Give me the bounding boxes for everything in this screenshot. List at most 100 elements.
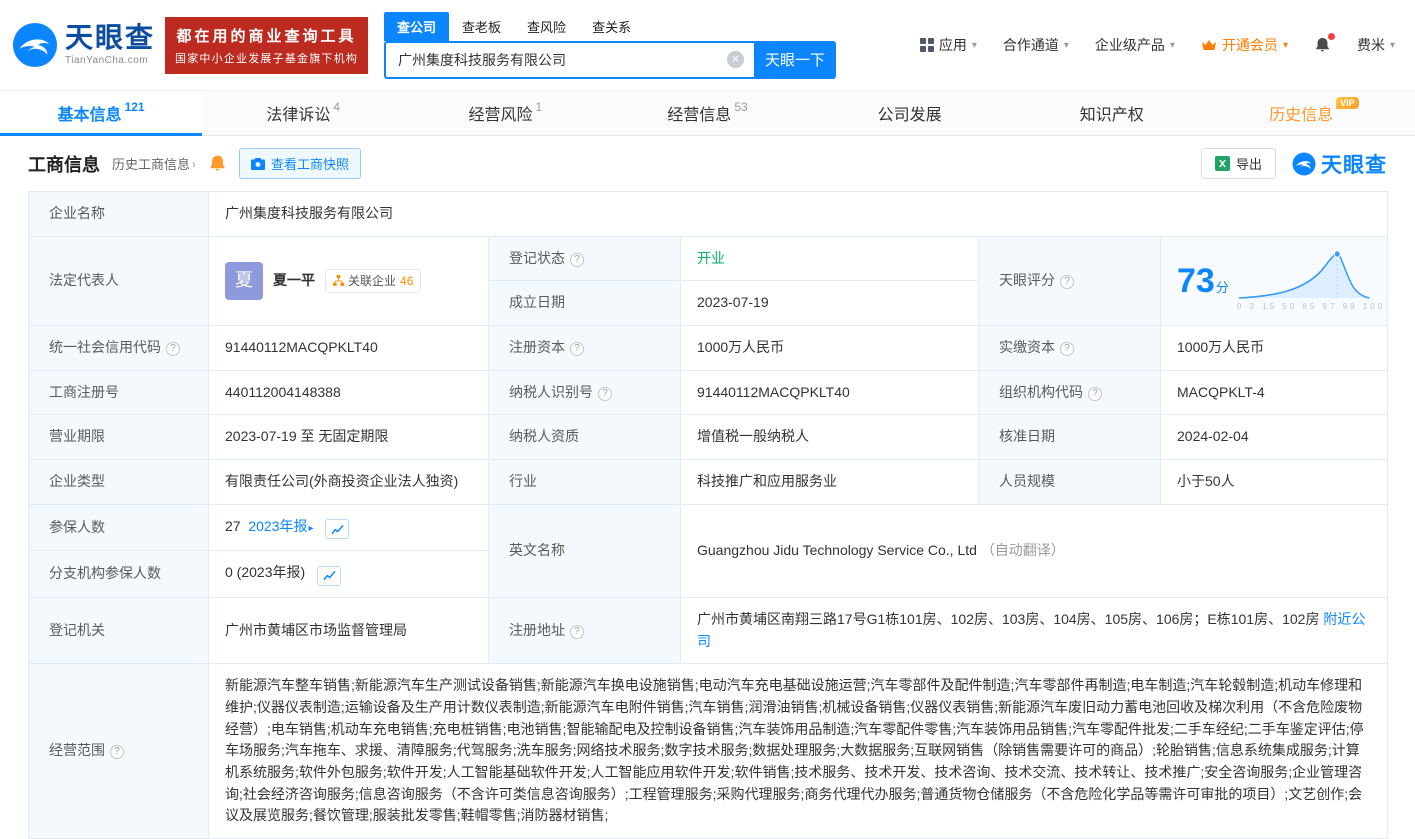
search-tab-relation[interactable]: 查关系 xyxy=(579,12,644,41)
section-title: 工商信息 xyxy=(28,151,100,177)
related-companies-tag[interactable]: 关联企业 46 xyxy=(325,269,421,294)
table-row: 企业名称 广州集度科技服务有限公司 xyxy=(29,192,1388,237)
promo-line1: 都在用的商业查询工具 xyxy=(175,25,358,46)
help-icon[interactable]: ? xyxy=(570,625,584,639)
help-icon[interactable]: ? xyxy=(1088,387,1102,401)
business-scope-value: 新能源汽车整车销售;新能源汽车生产测试设备销售;新能源汽车换电设施销售;电动汽车… xyxy=(209,664,1388,839)
reg-number-value: 440112004148388 xyxy=(209,370,489,415)
logo-brand-text: 天眼查 xyxy=(65,24,155,52)
search-button[interactable]: 天眼一下 xyxy=(754,41,836,79)
search-input[interactable] xyxy=(386,52,727,68)
tab-legal-proceedings[interactable]: 法律诉讼 4 xyxy=(202,91,404,135)
reg-address-label: 注册地址? xyxy=(489,597,681,663)
trend-chart-icon[interactable] xyxy=(325,519,349,539)
corner-brand-text: 天眼查 xyxy=(1321,149,1387,179)
excel-icon xyxy=(1215,156,1230,171)
help-icon[interactable]: ? xyxy=(570,253,584,267)
tab-label: 公司发展 xyxy=(878,101,942,125)
camera-icon xyxy=(251,158,265,170)
reg-status-label: 登记状态? xyxy=(489,236,681,281)
tab-count: 1 xyxy=(536,100,543,114)
company-type-value: 有限责任公司(外商投资企业法人独资) xyxy=(209,460,489,505)
tianyancha-logo-icon xyxy=(1292,152,1316,176)
export-button[interactable]: 导出 xyxy=(1201,148,1276,179)
company-name-label: 企业名称 xyxy=(29,192,209,237)
reg-status-value: 开业 xyxy=(681,236,979,281)
tab-history-info[interactable]: 历史信息 VIP xyxy=(1213,91,1415,135)
paid-capital-label: 实缴资本? xyxy=(979,326,1161,371)
reg-capital-value: 1000万人民币 xyxy=(681,326,979,371)
taxpayer-quality-value: 增值税一般纳税人 xyxy=(681,415,979,460)
legal-rep-link[interactable]: 夏一平 xyxy=(273,270,315,292)
approval-date-label: 核准日期 xyxy=(979,415,1161,460)
help-icon[interactable]: ? xyxy=(166,342,180,356)
menu-cooperation-label: 合作通道 xyxy=(1003,35,1059,55)
tab-intellectual-property[interactable]: 知识产权 xyxy=(1011,91,1213,135)
legal-rep-avatar[interactable]: 夏 xyxy=(225,262,263,300)
menu-vip[interactable]: 开通会员 ▾ xyxy=(1201,35,1288,55)
corner-brand-logo: 天眼查 xyxy=(1292,149,1387,179)
search-tab-risk[interactable]: 查风险 xyxy=(514,12,579,41)
tianyancha-logo[interactable]: 天眼查 TianYanCha.com xyxy=(12,22,155,68)
table-row: 工商注册号 440112004148388 纳税人识别号? 91440112MA… xyxy=(29,370,1388,415)
staff-size-label: 人员规模 xyxy=(979,460,1161,505)
tab-business-info[interactable]: 经营信息 53 xyxy=(606,91,808,135)
menu-enterprise-label: 企业级产品 xyxy=(1095,35,1165,55)
search-box: × xyxy=(384,41,754,79)
help-icon[interactable]: ? xyxy=(1060,342,1074,356)
score-chart-ticks: 0 3 15 50 85 97 99 100 xyxy=(1237,301,1371,313)
monitor-bell-icon[interactable] xyxy=(208,154,227,173)
org-code-label: 组织机构代码? xyxy=(979,370,1161,415)
related-companies-count: 46 xyxy=(400,272,413,291)
trend-chart-icon[interactable] xyxy=(317,566,341,586)
reg-authority-label: 登记机关 xyxy=(29,597,209,663)
tab-count: 4 xyxy=(333,100,340,114)
annual-report-link[interactable]: 2023年报▸ xyxy=(248,518,313,534)
menu-apps-label: 应用 xyxy=(939,35,967,55)
tab-count: 121 xyxy=(125,100,145,114)
tab-basic-info[interactable]: 基本信息 121 xyxy=(0,91,202,135)
reg-authority-value: 广州市黄埔区市场监督管理局 xyxy=(209,597,489,663)
business-scope-label: 经营范围? xyxy=(29,664,209,839)
tab-count: 53 xyxy=(734,100,747,114)
notifications-bell[interactable] xyxy=(1314,36,1331,54)
help-icon[interactable]: ? xyxy=(598,387,612,401)
establish-date-value: 2023-07-19 xyxy=(681,281,979,326)
help-icon[interactable]: ? xyxy=(110,745,124,759)
score-cell[interactable]: 73分 0 3 15 50 85 97 99 100 xyxy=(1161,236,1388,325)
auto-translate-note: （自动翻译） xyxy=(981,542,1065,558)
history-business-info-link[interactable]: 历史工商信息 › xyxy=(112,154,196,173)
reg-capital-label: 注册资本? xyxy=(489,326,681,371)
credit-code-label: 统一社会信用代码? xyxy=(29,326,209,371)
search-tab-boss[interactable]: 查老板 xyxy=(449,12,514,41)
score-distribution-chart: 0 3 15 50 85 97 99 100 xyxy=(1237,248,1371,313)
menu-enterprise[interactable]: 企业级产品 ▾ xyxy=(1095,35,1175,55)
help-icon[interactable]: ? xyxy=(1060,275,1074,289)
reg-address-value: 广州市黄埔区南翔三路17号G1栋101房、102房、103房、104房、105房… xyxy=(681,597,1388,663)
menu-apps[interactable]: 应用 ▾ xyxy=(920,35,977,55)
clear-icon[interactable]: × xyxy=(727,51,744,68)
tianyancha-logo-icon xyxy=(12,22,58,68)
play-icon: ▸ xyxy=(309,523,314,534)
branch-insured-value: 0 (2023年报) xyxy=(209,551,489,598)
legal-rep-cell: 夏 夏一平 关联企业 46 xyxy=(209,236,489,325)
credit-code-value: 91440112MACQPKLT40 xyxy=(209,326,489,371)
promo-line2: 国家中小企业发展子基金旗下机构 xyxy=(175,50,358,66)
menu-cooperation[interactable]: 合作通道 ▾ xyxy=(1003,35,1069,55)
search-tab-company[interactable]: 查公司 xyxy=(384,12,449,41)
table-row: 企业类型 有限责任公司(外商投资企业法人独资) 行业 科技推广和应用服务业 人员… xyxy=(29,460,1388,505)
menu-user[interactable]: 费米 ▾ xyxy=(1357,35,1395,55)
search-tabs: 查公司 查老板 查风险 查关系 xyxy=(384,12,836,41)
promo-banner[interactable]: 都在用的商业查询工具 国家中小企业发展子基金旗下机构 xyxy=(165,17,368,74)
business-snapshot-button[interactable]: 查看工商快照 xyxy=(239,148,361,179)
help-icon[interactable]: ? xyxy=(570,342,584,356)
tab-operating-risk[interactable]: 经营风险 1 xyxy=(404,91,606,135)
table-row: 经营范围? 新能源汽车整车销售;新能源汽车生产测试设备销售;新能源汽车换电设施销… xyxy=(29,664,1388,839)
table-row: 营业期限 2023-07-19 至 无固定期限 纳税人资质 增值税一般纳税人 核… xyxy=(29,415,1388,460)
paid-capital-value: 1000万人民币 xyxy=(1161,326,1388,371)
tab-company-development[interactable]: 公司发展 xyxy=(809,91,1011,135)
section-header: 工商信息 历史工商信息 › 查看工商快照 导出 天眼查 xyxy=(0,136,1415,189)
crown-icon xyxy=(1201,39,1217,52)
approval-date-value: 2024-02-04 xyxy=(1161,415,1388,460)
tab-label: 经营信息 xyxy=(667,101,731,125)
